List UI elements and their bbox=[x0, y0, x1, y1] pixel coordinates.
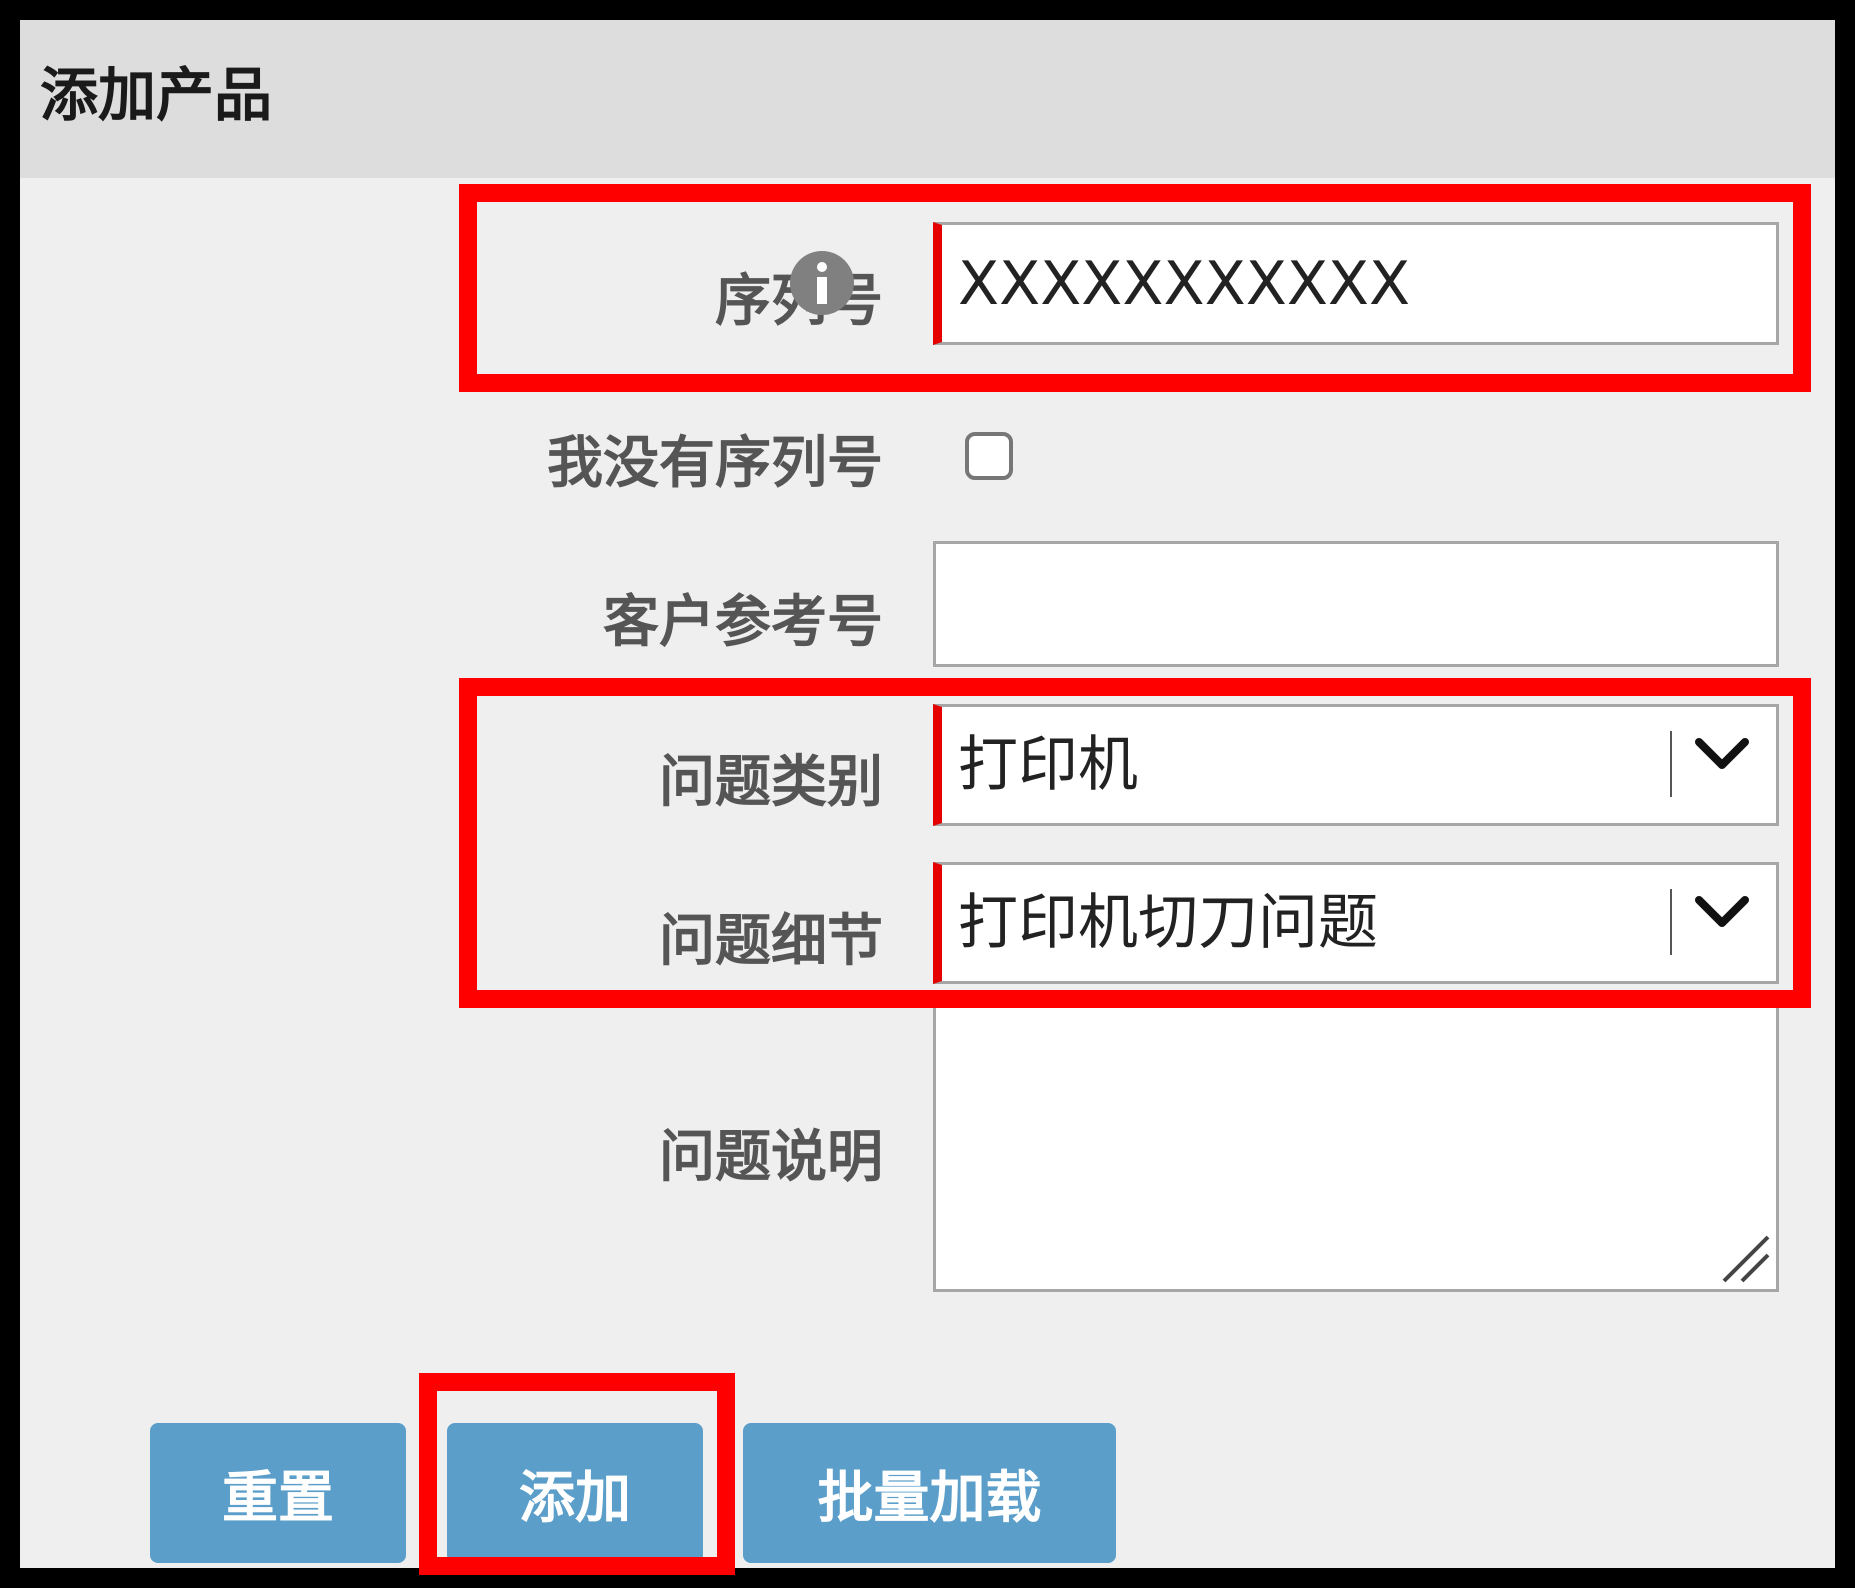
issue-detail-label: 问题细节 bbox=[659, 909, 883, 974]
serial-input-value: XXXXXXXXXXX bbox=[958, 249, 1411, 319]
serial-input[interactable]: XXXXXXXXXXX bbox=[933, 222, 1779, 345]
issue-category-value: 打印机 bbox=[958, 730, 1138, 800]
issue-description-textarea[interactable] bbox=[933, 1005, 1779, 1292]
add-product-panel: 添加产品 序列号 XXXXXXXXXXX 我没有序列号 客户参考号 问题类别 打… bbox=[0, 0, 1855, 1588]
chevron-down-icon[interactable] bbox=[1694, 891, 1750, 931]
select-divider bbox=[1670, 889, 1672, 955]
issue-category-label: 问题类别 bbox=[659, 750, 883, 815]
resize-grip-icon[interactable] bbox=[1718, 1231, 1772, 1285]
issue-description-label: 问题说明 bbox=[659, 1125, 883, 1190]
panel-header: 添加产品 bbox=[20, 20, 1835, 178]
customer-ref-label: 客户参考号 bbox=[603, 590, 883, 655]
add-button[interactable]: 添加 bbox=[447, 1423, 703, 1563]
chevron-down-icon[interactable] bbox=[1694, 733, 1750, 773]
issue-detail-select[interactable]: 打印机切刀问题 bbox=[933, 862, 1779, 984]
select-divider bbox=[1670, 731, 1672, 797]
issue-detail-value: 打印机切刀问题 bbox=[958, 888, 1378, 958]
no-serial-label: 我没有序列号 bbox=[547, 431, 883, 496]
no-serial-checkbox[interactable] bbox=[965, 432, 1013, 480]
info-icon[interactable] bbox=[790, 251, 854, 315]
issue-category-select[interactable]: 打印机 bbox=[933, 704, 1779, 826]
reset-button[interactable]: 重置 bbox=[150, 1423, 406, 1563]
bulk-load-button[interactable]: 批量加载 bbox=[743, 1423, 1116, 1563]
customer-ref-input[interactable] bbox=[933, 541, 1779, 667]
panel-title: 添加产品 bbox=[40, 61, 273, 129]
